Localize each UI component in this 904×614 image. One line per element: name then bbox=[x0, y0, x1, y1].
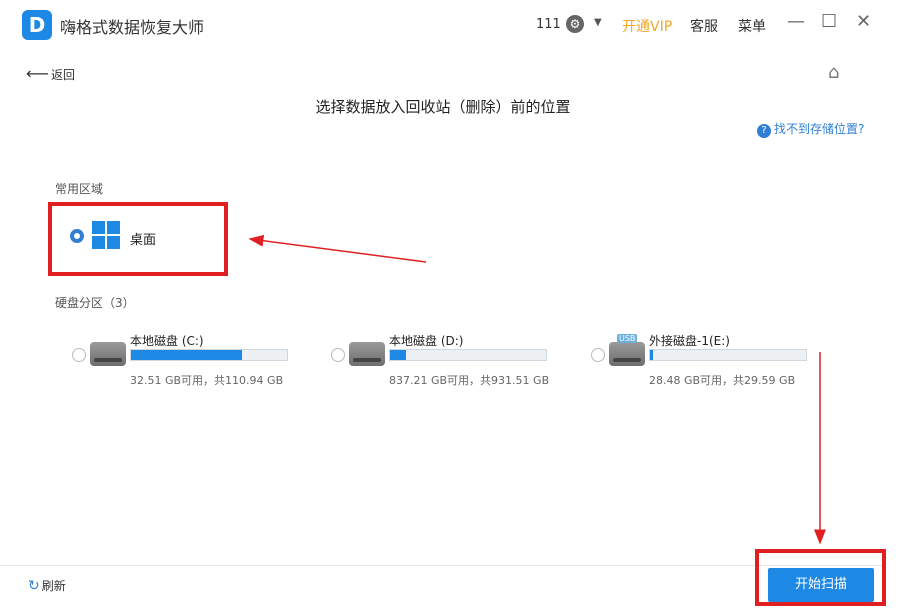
annotation-arrows bbox=[248, 234, 826, 545]
annotation-arrow-desktop bbox=[248, 234, 427, 263]
app-window: D 嗨格式数据恢复大师 111 ⚙ ▼ 开通VIP 客服 菜单 — ☐ ✕ ⟵ 返… bbox=[0, 0, 886, 606]
